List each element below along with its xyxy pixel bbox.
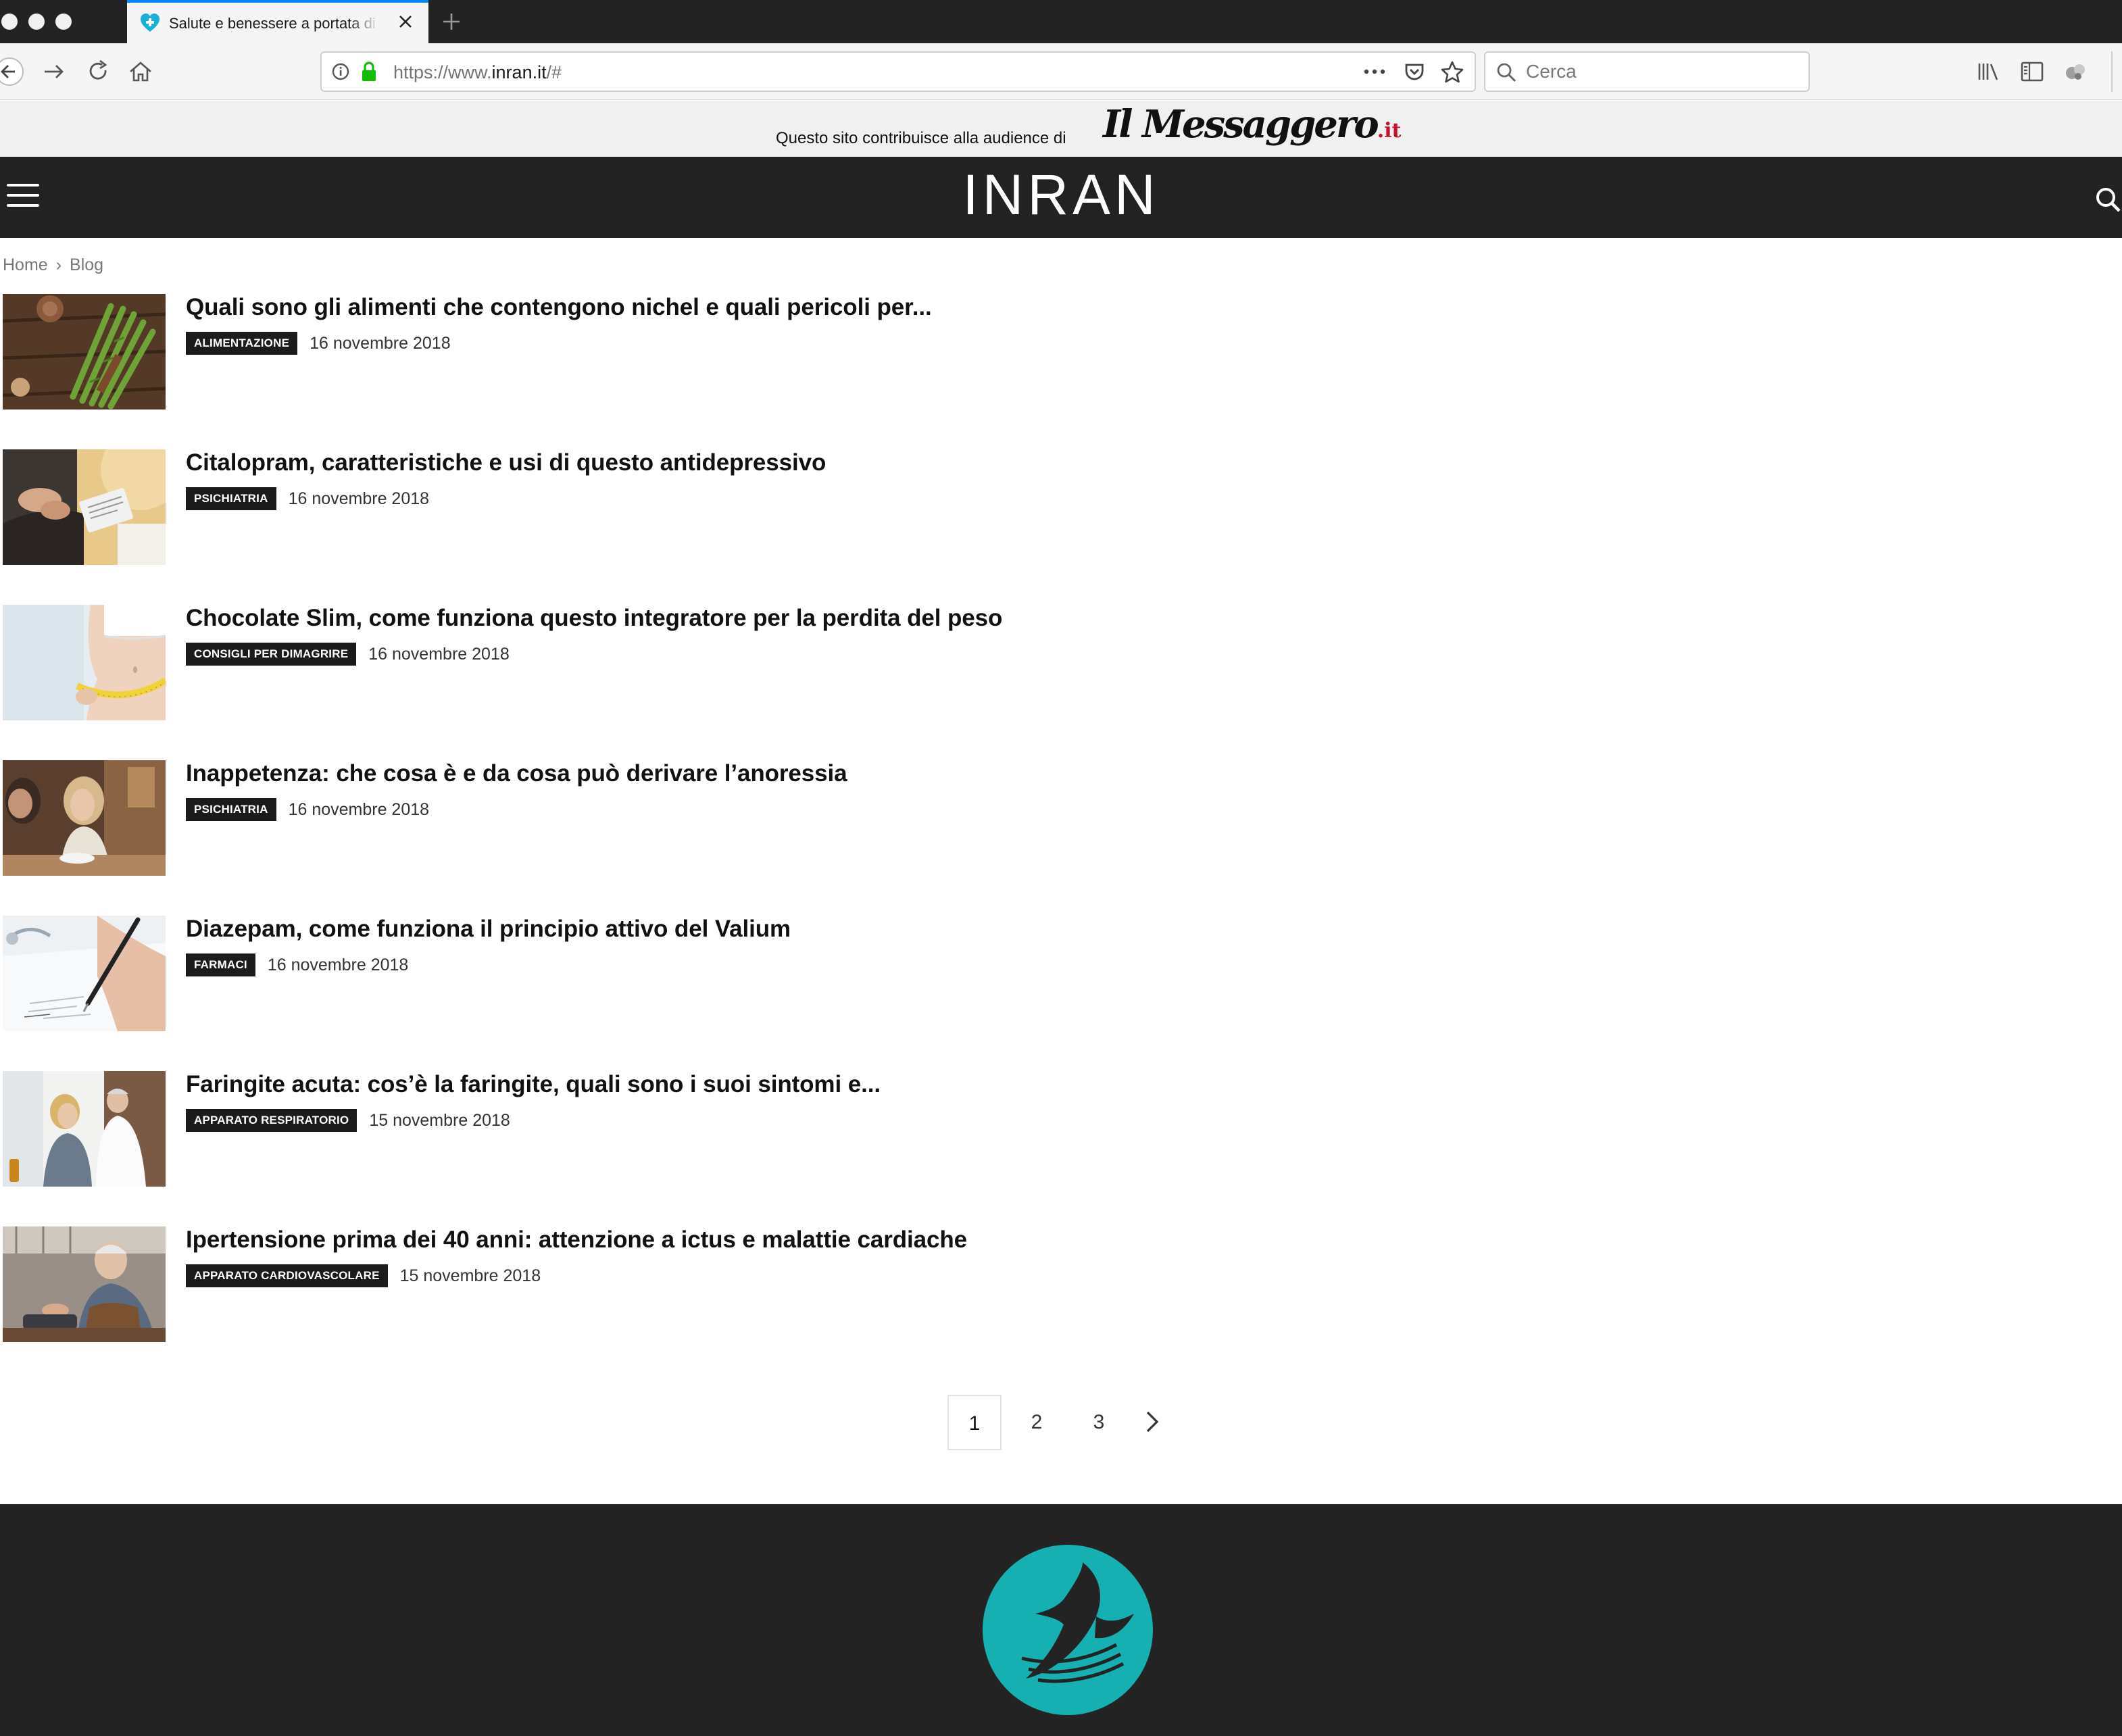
next-page-chevron-icon[interactable] — [1134, 1395, 1172, 1450]
page-1-current[interactable]: 1 — [947, 1395, 1002, 1450]
breadcrumb-chevron-icon: › — [55, 255, 62, 274]
post-date: 16 novembre 2018 — [368, 644, 510, 664]
il-messaggero-logo[interactable]: Il Messaggero.it — [1103, 102, 1401, 153]
footer-wordmark: INRAN — [933, 1720, 1222, 1736]
post-title-link[interactable]: Citalopram, caratteristiche e usi di que… — [186, 449, 826, 476]
home-icon[interactable] — [126, 57, 155, 86]
post-title-link[interactable]: Quali sono gli alimenti che contengono n… — [186, 294, 932, 321]
post-date: 15 novembre 2018 — [369, 1110, 510, 1130]
window-zoom-button[interactable] — [55, 14, 72, 30]
reload-icon[interactable] — [84, 57, 114, 86]
back-arrow-icon[interactable] — [0, 57, 24, 86]
waist-measure-photo-thumbnail[interactable] — [3, 605, 166, 720]
category-badge[interactable]: CONSIGLI PER DIMAGRIRE — [186, 643, 357, 666]
site-logo[interactable]: INRAN — [946, 162, 1176, 228]
page-3-link[interactable]: 3 — [1072, 1395, 1126, 1450]
sidebar-toggle-icon[interactable] — [2018, 57, 2046, 86]
post-meta: ALIMENTAZIONE 16 novembre 2018 — [186, 332, 451, 355]
page-2-link[interactable]: 2 — [1010, 1395, 1064, 1450]
browser-search-input[interactable] — [1526, 59, 1796, 84]
new-tab-plus-icon[interactable] — [439, 9, 464, 34]
site-search-icon[interactable] — [2092, 184, 2122, 214]
site-info-icon[interactable] — [331, 62, 350, 81]
consultation-photo-thumbnail[interactable] — [3, 449, 166, 565]
site-header: INRAN — [0, 157, 2122, 238]
tab-close-icon[interactable] — [395, 11, 416, 32]
toolbar-divider — [2111, 51, 2113, 92]
tab-title: Salute e benessere a portata di mano — [169, 15, 378, 32]
browser-tab-active[interactable]: Salute e benessere a portata di mano — [127, 0, 428, 43]
breadcrumb-current: Blog — [70, 255, 104, 274]
prescription-writing-photo-thumbnail[interactable] — [3, 916, 166, 1031]
address-bar[interactable]: https://www.inran.it/# — [320, 51, 1476, 92]
post-meta: APPARATO CARDIOVASCOLARE 15 novembre 201… — [186, 1264, 541, 1287]
post-meta: PSICHIATRIA 16 novembre 2018 — [186, 798, 429, 821]
post-meta: PSICHIATRIA 16 novembre 2018 — [186, 487, 429, 510]
woman-at-table-photo-thumbnail[interactable] — [3, 760, 166, 876]
blood-pressure-photo-thumbnail[interactable] — [3, 1226, 166, 1342]
post-item: Inappetenza: che cosa è e da cosa può de… — [3, 760, 1084, 876]
post-date: 16 novembre 2018 — [288, 799, 430, 819]
bookmark-star-icon[interactable] — [1439, 59, 1465, 85]
post-title-link[interactable]: Diazepam, come funziona il principio att… — [186, 916, 791, 943]
sponsor-text: Questo sito contribuisce alla audience d… — [776, 129, 1066, 147]
asparagus-photo-thumbnail[interactable] — [3, 294, 166, 410]
post-date: 16 novembre 2018 — [310, 333, 451, 353]
window-minimize-button[interactable] — [28, 14, 45, 30]
heart-favicon-icon — [141, 14, 159, 32]
forward-arrow-icon[interactable] — [39, 57, 69, 86]
sponsor-logo-tld: .it — [1377, 119, 1402, 143]
category-badge[interactable]: PSICHIATRIA — [186, 798, 276, 821]
post-title-link[interactable]: Ipertensione prima dei 40 anni: attenzio… — [186, 1226, 967, 1254]
browser-search-bar[interactable] — [1484, 51, 1810, 92]
category-badge[interactable]: PSICHIATRIA — [186, 487, 276, 510]
breadcrumb: Home › Blog — [3, 255, 103, 275]
post-item: Faringite acuta: cos’è la faringite, qua… — [3, 1071, 1084, 1187]
post-date: 15 novembre 2018 — [399, 1266, 541, 1285]
post-title-link[interactable]: Inappetenza: che cosa è e da cosa può de… — [186, 760, 847, 787]
post-meta: APPARATO RESPIRATORIO 15 novembre 2018 — [186, 1109, 510, 1132]
sponsor-logo-name: Il Messaggero — [1103, 102, 1379, 147]
category-badge[interactable]: ALIMENTAZIONE — [186, 332, 298, 355]
page-actions-more-icon[interactable] — [1360, 61, 1389, 82]
site-footer: INRAN — [0, 1504, 2122, 1736]
library-icon[interactable] — [1975, 57, 2003, 86]
hamburger-menu-icon[interactable] — [7, 184, 39, 209]
doctor-patient-photo-thumbnail[interactable] — [3, 1071, 166, 1187]
window-close-button[interactable] — [1, 14, 18, 30]
post-title-link[interactable]: Faringite acuta: cos’è la faringite, qua… — [186, 1071, 881, 1098]
pocket-icon[interactable] — [1403, 61, 1426, 84]
breadcrumb-home-link[interactable]: Home — [3, 255, 48, 274]
hummingbird-logo-icon[interactable] — [981, 1543, 1154, 1716]
post-item: Quali sono gli alimenti che contengono n… — [3, 294, 1084, 410]
post-item: Ipertensione prima dei 40 anni: attenzio… — [3, 1226, 1084, 1343]
browser-tab-strip: Salute e benessere a portata di mano — [0, 0, 2122, 43]
secure-lock-icon[interactable] — [360, 61, 378, 82]
search-icon — [1497, 63, 1516, 82]
post-date: 16 novembre 2018 — [267, 955, 409, 974]
post-meta: FARMACI 16 novembre 2018 — [186, 953, 408, 976]
url-text[interactable]: https://www.inran.it/# — [393, 62, 562, 83]
post-item: Diazepam, come funziona il principio att… — [3, 916, 1084, 1032]
post-item: Citalopram, caratteristiche e usi di que… — [3, 449, 1084, 566]
sponsor-banner: Questo sito contribuisce alla audience d… — [0, 101, 2122, 157]
extension-icon[interactable] — [2061, 57, 2090, 86]
category-badge[interactable]: APPARATO CARDIOVASCOLARE — [186, 1264, 388, 1287]
post-title-link[interactable]: Chocolate Slim, come funziona questo int… — [186, 605, 1002, 632]
post-date: 16 novembre 2018 — [288, 489, 430, 508]
category-badge[interactable]: APPARATO RESPIRATORIO — [186, 1109, 357, 1132]
post-item: Chocolate Slim, come funziona questo int… — [3, 605, 1084, 721]
post-meta: CONSIGLI PER DIMAGRIRE 16 novembre 2018 — [186, 643, 510, 666]
category-badge[interactable]: FARMACI — [186, 953, 255, 976]
browser-nav-bar: https://www.inran.it/# — [0, 43, 2122, 100]
